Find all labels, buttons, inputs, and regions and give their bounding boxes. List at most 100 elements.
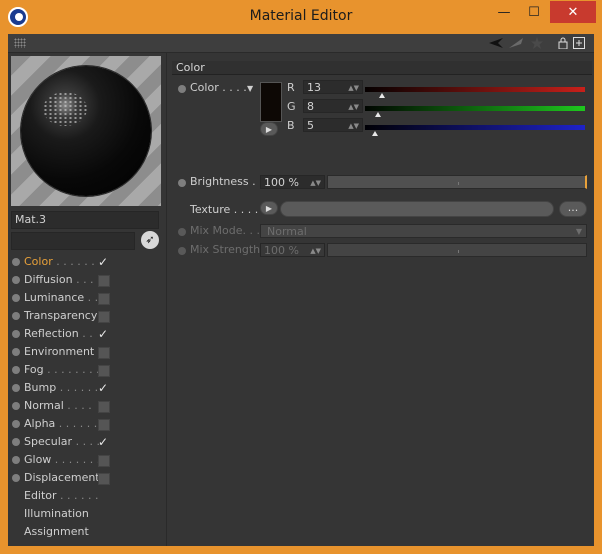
green-slider-knob[interactable]	[374, 112, 381, 117]
channel-search-field[interactable]	[11, 232, 135, 250]
animation-dot-icon[interactable]	[12, 348, 20, 356]
mix-mode-select: Normal ▼	[260, 224, 587, 238]
mix-strength-label: Mix Strength	[190, 243, 261, 256]
material-name-field[interactable]: Mat.3	[11, 211, 159, 229]
channel-label: Diffusion . . .	[24, 271, 94, 289]
material-preview-sphere	[21, 66, 151, 196]
material-preview[interactable]	[11, 56, 161, 206]
maximize-button[interactable]: ☐	[520, 1, 548, 23]
section-header: Color	[172, 61, 592, 75]
red-slider[interactable]	[365, 87, 585, 98]
close-button[interactable]: ✕	[550, 1, 596, 23]
channel-leader-dots: . . . .	[72, 435, 101, 448]
texture-field[interactable]	[280, 201, 554, 217]
spinner-icon[interactable]: ▲▼	[348, 81, 359, 95]
channel-name: Transparency	[24, 309, 98, 322]
color-picker-play-button[interactable]: ▶	[260, 122, 278, 136]
animation-dot-icon[interactable]	[12, 312, 20, 320]
channel-label: Environment	[24, 343, 94, 361]
channel-checkbox[interactable]	[98, 419, 110, 431]
channel-item-editor[interactable]: Editor . . . . . .	[8, 487, 166, 505]
checkmark-icon[interactable]: ✓	[98, 256, 108, 268]
channel-label: Glow . . . . . . .	[24, 451, 100, 469]
color-channel-panel: Color Color . . . . ▼ R 13 ▲▼ G 8 ▲▼ ▶ B 5…	[172, 53, 594, 546]
blue-slider[interactable]	[365, 125, 585, 136]
channel-item-specular[interactable]: Specular . . . . ✓	[8, 433, 166, 451]
checkmark-icon[interactable]: ✓	[98, 436, 108, 448]
new-window-icon[interactable]	[572, 36, 586, 50]
brightness-value-field[interactable]: 100 % ▲▼	[260, 175, 325, 189]
channel-name: Diffusion	[24, 273, 73, 286]
channel-item-alpha[interactable]: Alpha . . . . . .	[8, 415, 166, 433]
animation-dot-icon[interactable]	[12, 258, 20, 266]
channel-item-assignment[interactable]: Assignment	[8, 523, 166, 541]
channel-item-illumination[interactable]: Illumination	[8, 505, 166, 523]
channel-item-environment[interactable]: Environment	[8, 343, 166, 361]
animation-dot-icon[interactable]	[12, 276, 20, 284]
channel-checkbox[interactable]	[98, 347, 110, 359]
spinner-icon[interactable]: ▲▼	[348, 100, 359, 114]
brightness-label: Brightness . .	[190, 175, 263, 188]
texture-more-button[interactable]: ...	[559, 201, 587, 217]
channel-name: Normal	[24, 399, 64, 412]
channel-item-glow[interactable]: Glow . . . . . . .	[8, 451, 166, 469]
green-slider[interactable]	[365, 106, 585, 117]
animation-dot-icon[interactable]	[12, 438, 20, 446]
red-label: R	[287, 81, 295, 94]
animation-dot-icon[interactable]	[12, 456, 20, 464]
channel-checkbox[interactable]	[98, 365, 110, 377]
green-label: G	[287, 100, 296, 113]
spinner-icon[interactable]: ▲▼	[310, 176, 321, 190]
arrow-left-icon[interactable]	[488, 36, 504, 50]
channel-item-bump[interactable]: Bump . . . . . . ✓	[8, 379, 166, 397]
channel-label: Transparency	[24, 307, 97, 325]
blue-value-field[interactable]: 5 ▲▼	[303, 118, 363, 132]
animation-dot-icon[interactable]	[12, 330, 20, 338]
channel-item-diffusion[interactable]: Diffusion . . .	[8, 271, 166, 289]
animation-dot-icon[interactable]	[178, 179, 186, 187]
grip-icon[interactable]	[14, 38, 26, 48]
channel-item-color[interactable]: Color . . . . . . ✓	[8, 253, 166, 271]
animation-dot-icon[interactable]	[12, 474, 20, 482]
checkmark-icon[interactable]: ✓	[98, 328, 108, 340]
dropdown-arrow-icon[interactable]: ▼	[247, 84, 253, 93]
channel-leader-dots: . . . . . .	[52, 255, 95, 268]
channel-checkbox[interactable]	[98, 473, 110, 485]
channel-item-fog[interactable]: Fog . . . . . . . .	[8, 361, 166, 379]
channel-item-reflection[interactable]: Reflection . . ✓	[8, 325, 166, 343]
spinner-icon[interactable]: ▲▼	[348, 119, 359, 133]
texture-play-button[interactable]: ▶	[260, 201, 278, 215]
animation-dot-icon[interactable]	[178, 85, 186, 93]
animation-dot-icon[interactable]	[12, 420, 20, 428]
channel-item-displacement[interactable]: Displacement	[8, 469, 166, 487]
channel-item-normal[interactable]: Normal . . . .	[8, 397, 166, 415]
brightness-slider[interactable]	[327, 175, 587, 189]
channel-checkbox[interactable]	[98, 455, 110, 467]
minimize-button[interactable]: —	[490, 1, 518, 23]
channel-item-luminance[interactable]: Luminance . .	[8, 289, 166, 307]
checkmark-icon[interactable]: ✓	[98, 382, 108, 394]
red-value-field[interactable]: 13 ▲▼	[303, 80, 363, 94]
animation-dot-icon[interactable]	[12, 294, 20, 302]
blue-slider-knob[interactable]	[372, 131, 379, 136]
channel-name: Assignment	[24, 525, 89, 538]
channel-item-transparency[interactable]: Transparency	[8, 307, 166, 325]
animation-dot-icon[interactable]	[12, 366, 20, 374]
channel-label: Reflection . .	[24, 325, 93, 343]
color-swatch[interactable]	[260, 82, 282, 122]
channel-label: Luminance . .	[24, 289, 98, 307]
channel-checkbox[interactable]	[98, 293, 110, 305]
lock-icon[interactable]	[556, 36, 570, 50]
channel-checkbox[interactable]	[98, 311, 110, 323]
animation-dot-icon[interactable]	[12, 384, 20, 392]
channel-checkbox[interactable]	[98, 401, 110, 413]
animation-dot-icon[interactable]	[12, 402, 20, 410]
channel-label: Color . . . . . .	[24, 253, 95, 271]
arrow-up-right-icon[interactable]	[508, 36, 524, 50]
channel-checkbox[interactable]	[98, 275, 110, 287]
pointer-pick-icon[interactable]: ➶	[141, 231, 159, 249]
slider-tick	[458, 250, 459, 253]
green-value-field[interactable]: 8 ▲▼	[303, 99, 363, 113]
red-slider-knob[interactable]	[379, 93, 386, 98]
spinner-icon: ▲▼	[310, 247, 321, 255]
